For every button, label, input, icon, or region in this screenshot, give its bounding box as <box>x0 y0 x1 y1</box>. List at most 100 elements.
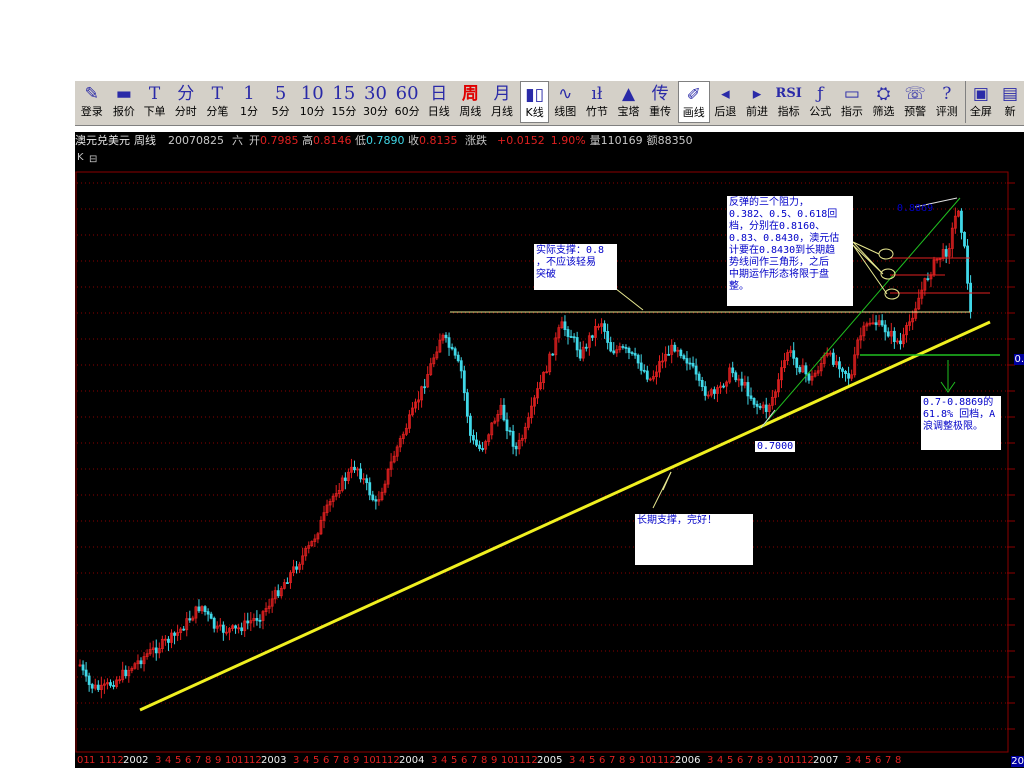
x-axis-month-label: 6 <box>323 755 330 766</box>
candle-body <box>188 618 192 621</box>
candle-body <box>831 352 835 365</box>
toolbar-bamboo-button[interactable]: ıł 竹节 <box>581 81 613 123</box>
candle-body <box>844 371 847 374</box>
x-axis-month-label: 7 <box>609 755 616 766</box>
toolbar-kline-button[interactable]: ▮▯ K线 <box>519 81 550 123</box>
candle-body <box>112 684 115 687</box>
x-axis-month-label: 3 <box>707 755 714 766</box>
candle-body <box>682 355 686 359</box>
toolbar-5min-button[interactable]: 5 5分 <box>265 81 297 123</box>
toolbar-10min-button[interactable]: 10 10分 <box>296 81 328 123</box>
toolbar-draw-button[interactable]: ✐ 画线 <box>677 81 710 123</box>
toolbar-monthly-button[interactable]: 月月线 <box>486 81 518 123</box>
toolbar-15min-button[interactable]: 15 15分 <box>328 81 360 123</box>
candle-body <box>87 675 91 685</box>
toolbar-filter-button[interactable]: ⛭ 筛选 <box>868 81 900 123</box>
candle-body <box>173 632 176 636</box>
candle-body <box>591 335 594 338</box>
toolbar-label: 月线 <box>490 105 513 118</box>
x-axis-month-label: 12 <box>249 755 262 766</box>
candle-body <box>450 346 454 350</box>
alert-icon: ☏ <box>904 84 926 104</box>
x-axis-year-label: 2007 <box>813 755 839 766</box>
draw-icon: ✐ <box>686 85 701 105</box>
candle-body <box>447 337 451 348</box>
x-axis-month-label: 4 <box>165 755 172 766</box>
low-label: 低 <box>355 134 366 147</box>
15min-icon: 15 <box>332 83 356 104</box>
candle-body <box>892 330 896 342</box>
x-axis-month-label: 8 <box>481 755 488 766</box>
toolbar-60min-button[interactable]: 60 60分 <box>391 81 423 123</box>
toolbar-evaluate-button[interactable]: ? 评测 <box>931 81 963 123</box>
candle-body <box>285 582 289 584</box>
fullscreen-icon: ▣ <box>972 84 989 104</box>
high-point-label: 0.8869 <box>897 203 934 214</box>
toolbar-alert-button[interactable]: ☏ 预警 <box>899 81 931 123</box>
toolbar-hint-button[interactable]: ▭ 指示 <box>836 81 868 123</box>
candle-body <box>624 347 628 349</box>
candle-body <box>203 606 207 613</box>
toolbar-timeshare-button[interactable]: 分分时 <box>170 81 202 123</box>
candle-body <box>109 682 112 686</box>
toolbar-fullscreen-button[interactable]: ▣ 全屏 <box>964 81 997 123</box>
resistance-marker <box>884 288 900 300</box>
candle-body <box>685 358 689 364</box>
toolbar-tower-button[interactable]: ▲ 宝塔 <box>613 81 645 123</box>
candle-body <box>81 664 85 671</box>
candle-body <box>749 395 753 399</box>
candle-body <box>258 619 262 622</box>
x-axis-month-label: 10 <box>225 755 238 766</box>
toolbar-forward-button[interactable]: ▸ 前进 <box>741 81 773 123</box>
toolbar-login-button[interactable]: ✎ 登录 <box>75 81 109 123</box>
kline-chart-svg[interactable] <box>75 150 1024 768</box>
toolbar-order-button[interactable]: T 下单 <box>139 81 170 123</box>
toolbar-formula-button[interactable]: ƒ 公式 <box>804 81 836 123</box>
toolbar-resend-button[interactable]: 传重传 <box>644 81 676 123</box>
toolbar-30min-button[interactable]: 30 30分 <box>360 81 392 123</box>
toolbar-1min-button[interactable]: 1 1分 <box>233 81 265 123</box>
candle-body <box>926 278 930 281</box>
kline-icon: ▮▯ <box>525 85 544 105</box>
candle-body <box>804 365 808 375</box>
candle-body <box>667 353 671 356</box>
toolbar-new-button[interactable]: ▤ 新 <box>996 81 1024 123</box>
candle-body <box>795 357 799 368</box>
toolbar-back-button[interactable]: ◂ 后退 <box>710 81 742 123</box>
candle-body <box>758 405 762 409</box>
candle-body <box>139 660 143 665</box>
candle-body <box>645 370 649 380</box>
candle-body <box>755 403 759 407</box>
x-axis-month-label: 4 <box>855 755 862 766</box>
toolbar-label: K线 <box>525 106 544 119</box>
toolbar-indicator-button[interactable]: RSI 指标 <box>773 81 805 123</box>
annotation-support-0.8: 实际支撑：0.8 ，不应该轻易 突破 <box>534 244 617 290</box>
symbol-name: 澳元兑美元 <box>75 134 130 147</box>
toolbar-tick-button[interactable]: T 分笔 <box>202 81 234 123</box>
x-axis-month-label: 11 <box>99 755 112 766</box>
candle-body <box>514 445 518 450</box>
x-axis-month-label: 7 <box>471 755 478 766</box>
candle-body <box>475 439 478 446</box>
x-axis-month-label: 9 <box>629 755 636 766</box>
x-axis-month-label: 8 <box>343 755 350 766</box>
toolbar-linechart-button[interactable]: ∿ 线图 <box>549 81 581 123</box>
kline-chart-area[interactable]: K ⊟ 实际支撑：0.8 ，不应该轻易 突破 反弹的三个阻力， 0.382、0.… <box>75 150 1024 768</box>
k-button[interactable]: K <box>77 152 84 163</box>
candle-body <box>963 231 966 247</box>
toolbar-label: 10分 <box>299 105 325 118</box>
resistance-marker <box>880 268 896 280</box>
collapse-icon[interactable]: ⊟ <box>89 154 97 165</box>
toolbar-daily-button[interactable]: 日日线 <box>423 81 455 123</box>
candle-body <box>633 353 637 356</box>
candle-body <box>688 362 692 365</box>
x-axis-year-label: 2004 <box>399 755 425 766</box>
candle-body <box>713 389 716 394</box>
x-axis-month-label: 5 <box>451 755 458 766</box>
candle-body <box>246 620 250 624</box>
toolbar-quote-button[interactable]: ▬ 报价 <box>109 81 140 123</box>
1min-icon: 1 <box>243 83 255 104</box>
toolbar-weekly-button[interactable]: 周周线 <box>455 81 487 123</box>
formula-icon: ƒ <box>817 84 824 104</box>
weekday-label: 六 <box>232 134 243 147</box>
